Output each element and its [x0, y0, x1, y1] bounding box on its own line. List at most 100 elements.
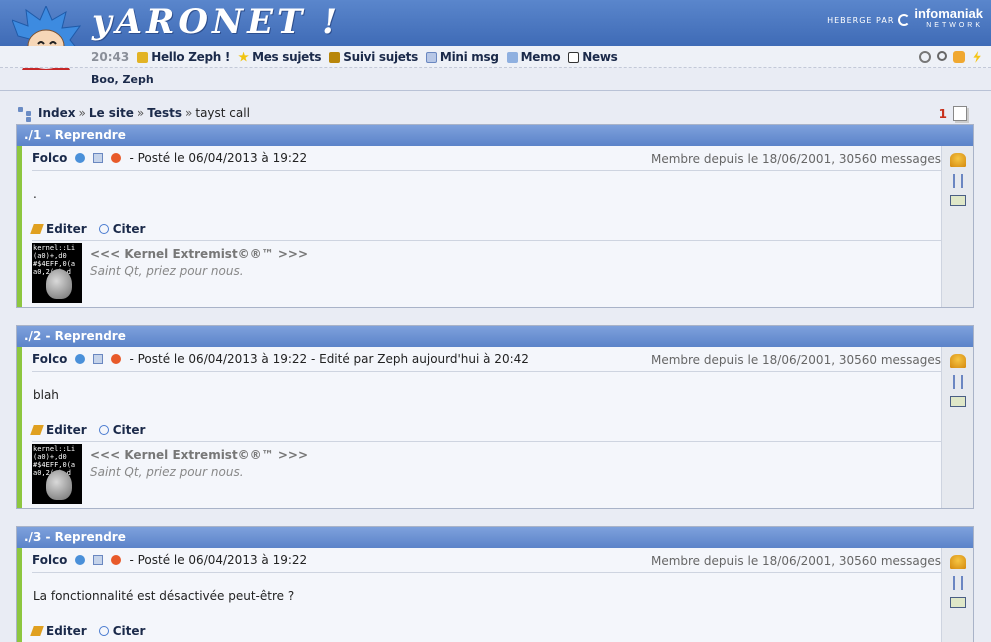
- star-icon: [238, 51, 249, 62]
- host-banner[interactable]: HEBERGE PAR infomaniak NETWORK: [827, 6, 983, 32]
- post-author[interactable]: Folco: [32, 352, 67, 366]
- post-content: blah: [33, 388, 59, 402]
- breadcrumb-separator: »: [136, 106, 145, 120]
- alert-bell-icon[interactable]: [950, 153, 966, 167]
- pencil-icon: [30, 625, 44, 636]
- alert-bell-icon[interactable]: [950, 555, 966, 569]
- quote-button[interactable]: Citer: [98, 624, 145, 638]
- status-dot-icon: [111, 555, 122, 565]
- nav-hello[interactable]: Hello Zeph !: [137, 50, 230, 64]
- post-content: La fonctionnalité est désactivée peut-êt…: [33, 589, 295, 603]
- chat-icon[interactable]: [953, 51, 965, 63]
- nav-mini-msg[interactable]: Mini msg: [425, 50, 499, 64]
- hosted-by-label: HEBERGE PAR: [827, 15, 895, 25]
- infomaniak-logo-icon: [898, 14, 911, 26]
- post-body: Folco - Posté le 06/04/2013 à 19:22 - Ed…: [17, 347, 973, 508]
- male-icon: [75, 555, 86, 565]
- post-body: Folco - Posté le 06/04/2013 à 19:22 Memb…: [17, 146, 973, 307]
- search-icon[interactable]: [937, 51, 947, 61]
- post-signature: kernel::Li (a0)+,d0 #$4EFF,0(a a0,2(a),d…: [32, 442, 941, 510]
- breadcrumb-index[interactable]: Index: [38, 106, 75, 120]
- post-side-tools: [941, 548, 973, 642]
- post-body: Folco - Posté le 06/04/2013 à 19:22 Memb…: [17, 548, 973, 642]
- breadcrumb-separator: »: [78, 106, 86, 120]
- post-actions: Editer Citer: [30, 217, 941, 241]
- male-icon: [75, 153, 86, 163]
- post-date: - Posté le 06/04/2013 à 19:22 - Edité pa…: [129, 352, 529, 366]
- post-author[interactable]: Folco: [32, 151, 67, 165]
- lightning-icon[interactable]: [973, 51, 981, 63]
- notepad-icon: [506, 51, 518, 63]
- quote-button[interactable]: Citer: [98, 222, 145, 236]
- member-info: Membre depuis le 18/06/2001, 30560 messa…: [650, 353, 941, 367]
- scissors-icon[interactable]: [953, 174, 963, 188]
- status-dot-icon: [111, 153, 122, 163]
- ip-monitor-icon[interactable]: [950, 195, 966, 206]
- site-logo[interactable]: yARONET !: [92, 2, 341, 42]
- post-date: - Posté le 06/04/2013 à 19:22: [129, 151, 308, 165]
- member-info: Membre depuis le 18/06/2001, 30560 messa…: [650, 554, 941, 568]
- edit-button[interactable]: Editer: [30, 222, 87, 236]
- breadcrumb-tests[interactable]: Tests: [147, 106, 182, 120]
- ip-monitor-icon[interactable]: [950, 597, 966, 608]
- post-actions: Editer Citer: [30, 418, 941, 442]
- male-icon: [75, 354, 86, 364]
- host-brand: infomaniak NETWORK: [914, 6, 983, 29]
- post: ./3 - Reprendre Folco - Posté le 06/04/2…: [16, 526, 974, 642]
- breadcrumb-separator: »: [185, 106, 193, 120]
- post-date: - Posté le 06/04/2013 à 19:22: [129, 553, 308, 567]
- avatar[interactable]: kernel::Li (a0)+,d0 #$4EFF,0(a a0,2(a),d: [32, 444, 82, 504]
- site-header: yARONET ! HEBERGE PAR infomaniak NETWORK: [0, 0, 991, 46]
- post-meta: Folco - Posté le 06/04/2013 à 19:22 Memb…: [32, 146, 941, 171]
- ip-monitor-icon[interactable]: [950, 396, 966, 407]
- post-header[interactable]: ./3 - Reprendre: [17, 527, 973, 548]
- pencil-icon: [30, 424, 44, 435]
- profile-card-icon[interactable]: [93, 153, 104, 163]
- edit-button[interactable]: Editer: [30, 624, 87, 638]
- book-icon: [329, 51, 341, 63]
- post: ./1 - Reprendre Folco - Posté le 06/04/2…: [16, 124, 974, 308]
- main-nav: 20:43 Hello Zeph ! Mes sujets Suivi suje…: [91, 50, 626, 64]
- signature-line: <<< Kernel Extremist©®™ >>>: [90, 448, 309, 462]
- avatar[interactable]: kernel::Li (a0)+,d0 #$4EFF,0(a a0,2(a),d: [32, 243, 82, 303]
- post-header[interactable]: ./2 - Reprendre: [17, 326, 973, 347]
- speech-bubble-icon: [98, 424, 109, 435]
- page-number[interactable]: 1: [939, 107, 947, 121]
- signature-line: <<< Kernel Extremist©®™ >>>: [90, 247, 309, 261]
- pencil-icon: [30, 223, 44, 234]
- post-meta: Folco - Posté le 06/04/2013 à 19:22 Memb…: [32, 548, 941, 573]
- pages-icon[interactable]: [953, 106, 967, 121]
- alert-bell-icon[interactable]: [950, 354, 966, 368]
- nav-news[interactable]: News: [568, 50, 618, 64]
- quote-button[interactable]: Citer: [98, 423, 145, 437]
- nav-memo[interactable]: Memo: [506, 50, 561, 64]
- news-icon: [568, 51, 580, 63]
- post-side-tools: [941, 347, 973, 508]
- edit-button[interactable]: Editer: [30, 423, 87, 437]
- post-signature: kernel::Li (a0)+,d0 #$4EFF,0(a a0,2(a),d…: [32, 241, 941, 309]
- scissors-icon[interactable]: [953, 576, 963, 590]
- signature-line: Saint Qt, priez pour nous.: [90, 264, 244, 278]
- post-actions: Editer Citer: [30, 619, 941, 642]
- speech-bubble-icon: [98, 625, 109, 636]
- tree-icon: [18, 107, 34, 122]
- signature-line: Saint Qt, priez pour nous.: [90, 465, 244, 479]
- tool-icons: [919, 51, 983, 63]
- post: ./2 - Reprendre Folco - Posté le 06/04/2…: [16, 325, 974, 509]
- breadcrumb-le-site[interactable]: Le site: [89, 106, 134, 120]
- nav-suivi-sujets[interactable]: Suivi sujets: [329, 50, 418, 64]
- status-dot-icon: [111, 354, 122, 364]
- post-author[interactable]: Folco: [32, 553, 67, 567]
- post-header[interactable]: ./1 - Reprendre: [17, 125, 973, 146]
- online-users[interactable]: Boo, Zeph: [91, 73, 154, 86]
- post-side-tools: [941, 146, 973, 307]
- breadcrumb: Index » Le site » Tests » tayst call: [18, 106, 250, 122]
- profile-card-icon[interactable]: [93, 555, 104, 565]
- nav-bar: 20:43 Hello Zeph ! Mes sujets Suivi suje…: [0, 46, 991, 68]
- profile-card-icon[interactable]: [93, 354, 104, 364]
- speech-bubble-icon: [98, 223, 109, 234]
- divider: [0, 90, 991, 91]
- nav-mes-sujets[interactable]: Mes sujets: [238, 50, 322, 64]
- scissors-icon[interactable]: [953, 375, 963, 389]
- gear-icon[interactable]: [919, 51, 931, 63]
